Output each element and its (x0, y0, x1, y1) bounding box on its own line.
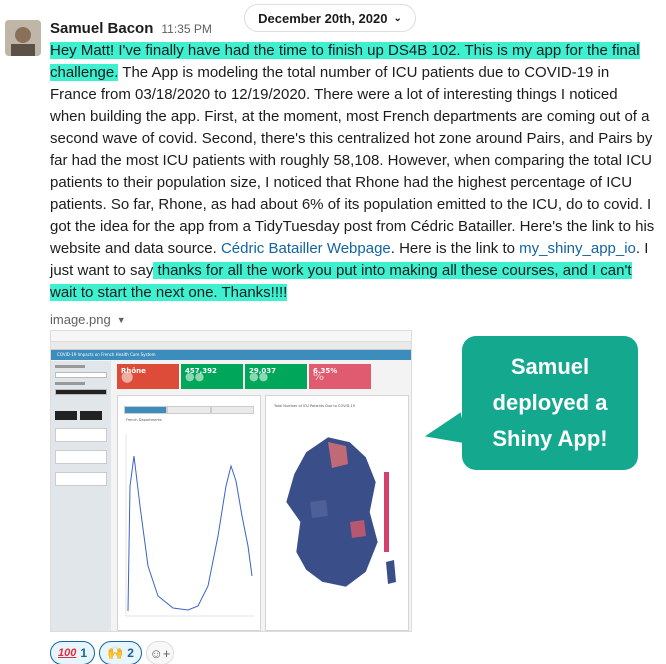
map-pin-icon: ⬤ (121, 370, 134, 383)
callout-tail (421, 412, 468, 452)
sidebar-label (55, 365, 85, 368)
date-range-input (55, 372, 107, 378)
date-divider-button[interactable]: December 20th, 2020 ⌄ (244, 4, 416, 32)
link-cedric-webpage[interactable]: Cédric Batailler Webpage (221, 240, 391, 257)
reaction-bar: 100 1 🙌 2 ☺+ (50, 641, 174, 664)
message-header: Samuel Bacon 11:35 PM (50, 20, 212, 40)
app-toolbar (51, 342, 411, 350)
attachment-filename: image.png (50, 312, 111, 327)
100-icon: 100 (58, 647, 77, 659)
tab-month (210, 406, 254, 414)
add-reaction-button[interactable]: ☺+ (145, 641, 174, 664)
app-sidebar (51, 361, 111, 631)
callout-line: Samuel (510, 354, 590, 379)
tab-week (167, 406, 211, 414)
author-name[interactable]: Samuel Bacon (50, 20, 153, 37)
message-text: The App is modeling the total number of … (50, 64, 655, 257)
value-box-icu-percentage: 6.35% % (309, 364, 371, 389)
app-title: COVID-19 Impacts on French Health Care S… (51, 350, 411, 360)
reset-button (80, 411, 102, 420)
caret-down-icon: ▼ (116, 314, 126, 325)
value-box-population: 457,392 ●● (181, 364, 243, 389)
callout-banner: Samuel deployed a Shiny App! (462, 336, 638, 470)
browser-bar (51, 331, 411, 342)
reaction-100[interactable]: 100 1 (50, 641, 96, 664)
left-plot-title: French Departments (126, 418, 162, 422)
value-box-department: Rhône ⬤ (117, 364, 179, 389)
value-box-icu-total: 29,037 ●● (245, 364, 307, 389)
message-body: Hey Matt! I've finally have had the time… (50, 40, 656, 304)
reaction-count: 2 (127, 646, 134, 660)
avatar-photo (5, 20, 41, 56)
department-select (55, 389, 107, 395)
sidebar-link (55, 450, 107, 464)
attachment-header[interactable]: image.png ▼ (50, 312, 126, 327)
callout-line: deployed a (492, 390, 608, 415)
reaction-raised-hands[interactable]: 🙌 2 (99, 641, 142, 664)
line-chart-panel: French Departments (117, 395, 261, 631)
callout-line: Shiny App! (492, 426, 608, 451)
apply-button (55, 411, 77, 420)
france-choropleth-map (285, 436, 396, 588)
sidebar-label (55, 382, 85, 385)
attached-image[interactable]: COVID-19 Impacts on French Health Care S… (50, 330, 412, 632)
add-emoji-icon: ☺+ (149, 645, 171, 661)
timestamp[interactable]: 11:35 PM (161, 22, 211, 36)
message-text: . Here is the link to (390, 240, 520, 257)
sidebar-buttons (55, 411, 107, 420)
reaction-count: 1 (80, 646, 88, 660)
sidebar-link (55, 472, 107, 486)
date-label: December 20th, 2020 (258, 10, 388, 26)
chevron-down-icon: ⌄ (393, 12, 402, 24)
link-shiny-app[interactable]: my_shiny_app_io (519, 240, 636, 257)
tab-day (124, 406, 168, 414)
people-icon: ●● (249, 370, 269, 383)
map-panel: Total Number of ICU Patients Due to COVI… (265, 395, 409, 631)
percent-icon: % (313, 370, 325, 383)
raised-hands-icon: 🙌 (107, 645, 124, 660)
right-plot-title: Total Number of ICU Patients Due to COVI… (274, 404, 355, 408)
avatar[interactable] (5, 20, 41, 56)
people-icon: ●● (185, 370, 205, 383)
sidebar-link (55, 428, 107, 442)
icu-line-chart (125, 434, 254, 617)
time-tabs (124, 406, 254, 414)
